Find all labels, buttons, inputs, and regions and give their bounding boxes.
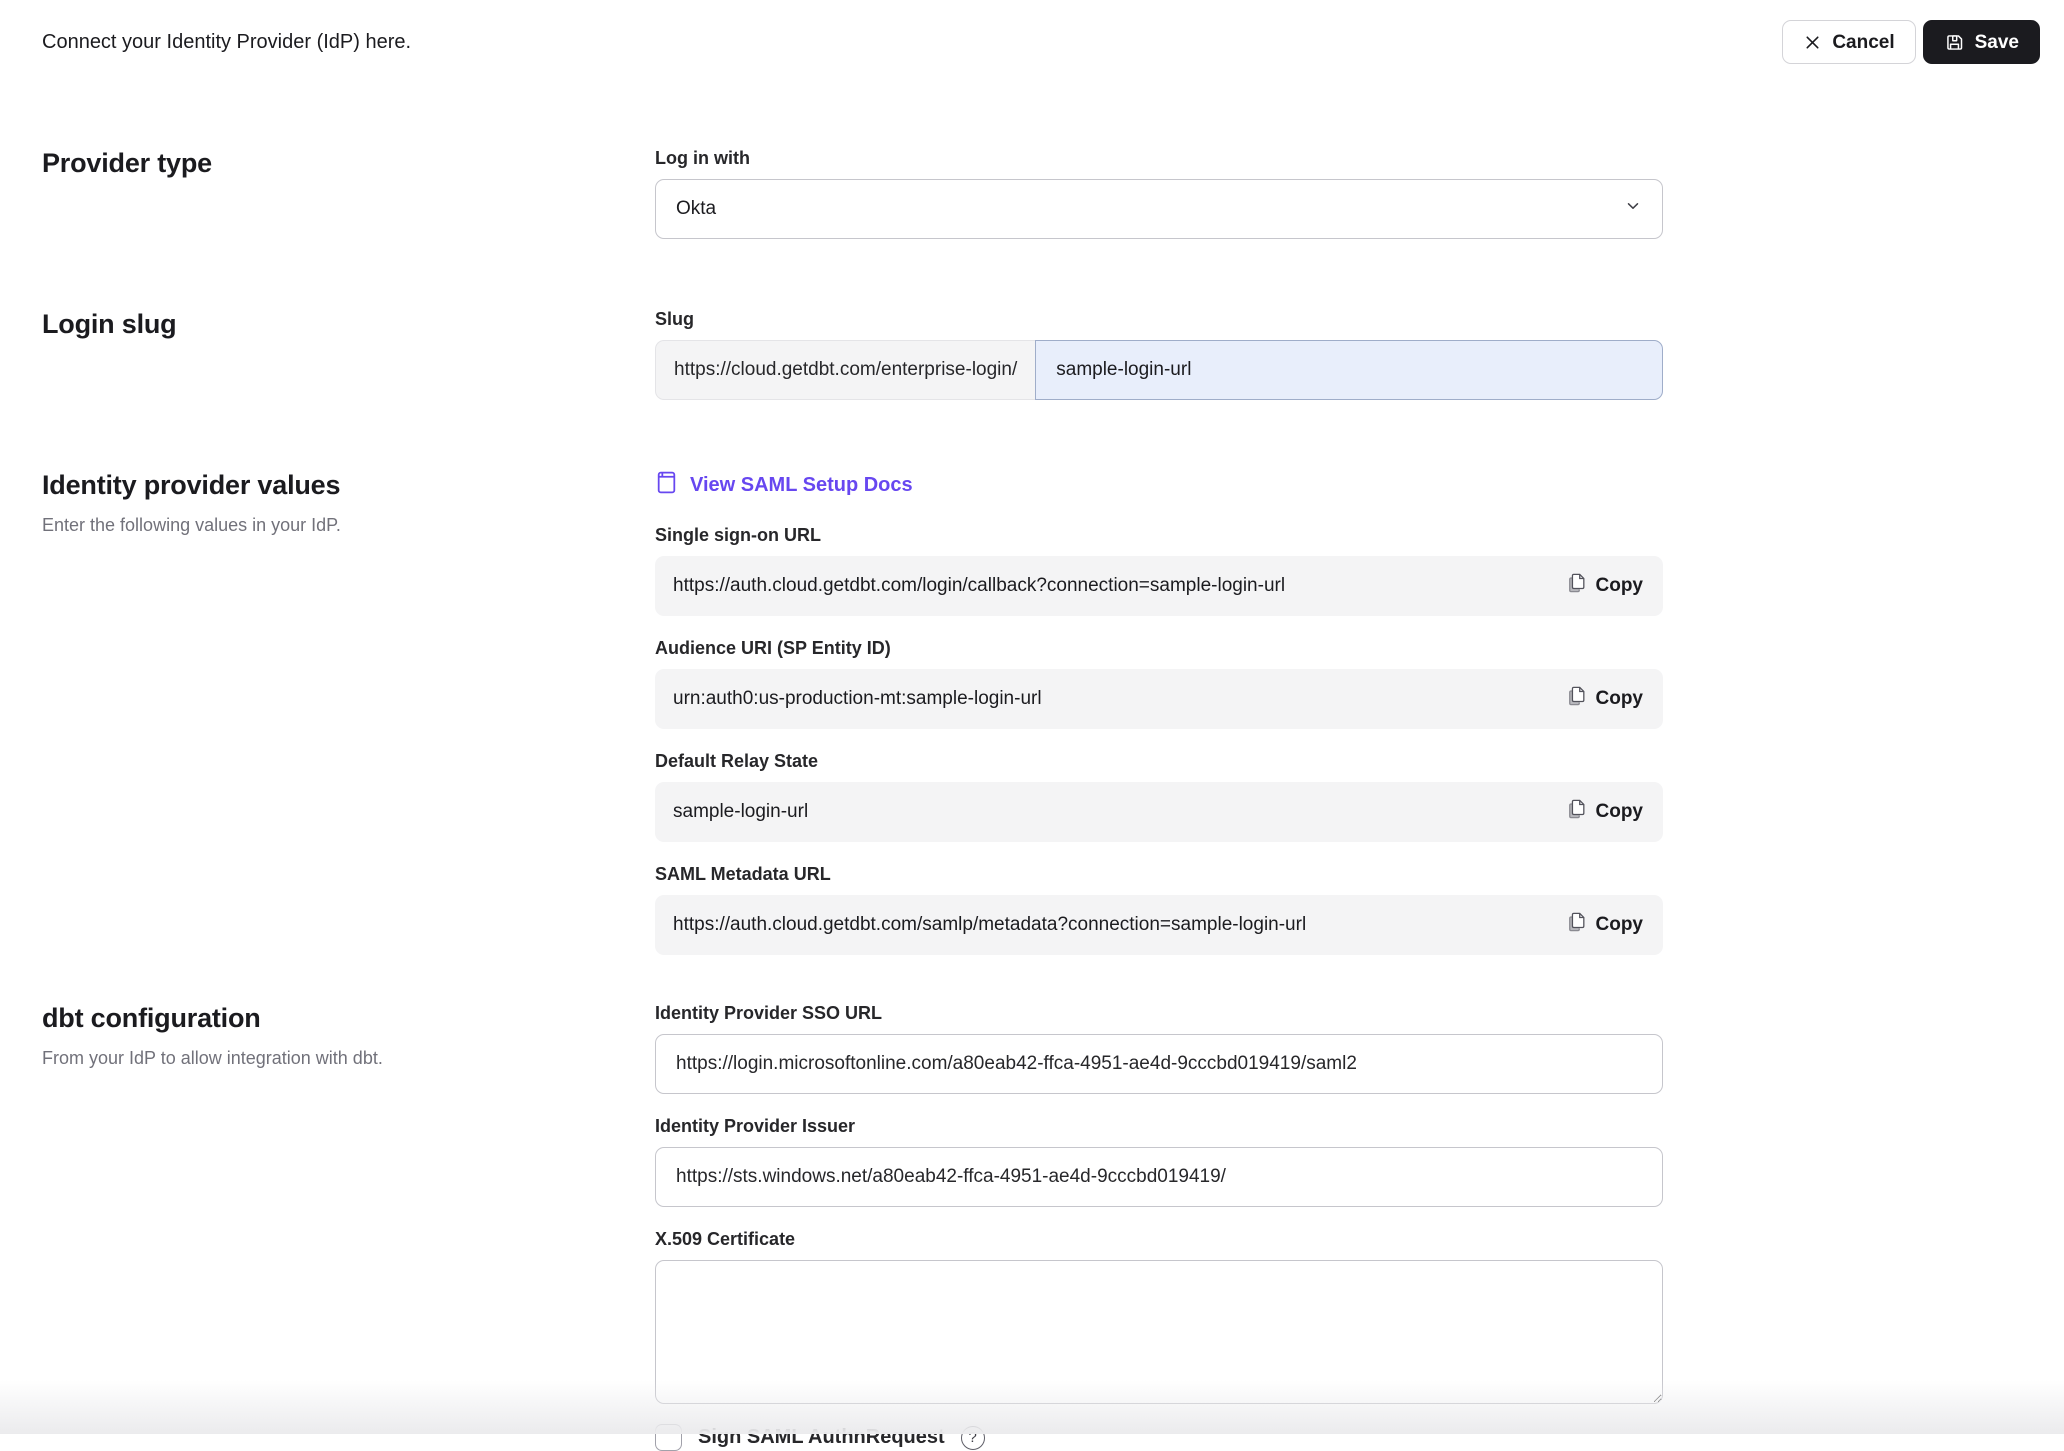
readonly-field: urn:auth0:us-production-mt:sample-login-… — [655, 669, 1663, 729]
idp-sso-url-input[interactable] — [655, 1034, 1663, 1094]
idp-issuer-group: Identity Provider Issuer — [655, 1116, 1663, 1207]
x509-certificate-textarea[interactable] — [655, 1260, 1663, 1404]
slug-field: https://cloud.getdbt.com/enterprise-logi… — [655, 340, 1663, 400]
copy-icon — [1567, 572, 1587, 600]
save-icon — [1944, 32, 1965, 53]
idp-values-heading: Identity provider values — [42, 470, 655, 501]
sign-saml-checkbox[interactable] — [655, 1424, 682, 1451]
field-label: Audience URI (SP Entity ID) — [655, 638, 1663, 659]
idp-issuer-label: Identity Provider Issuer — [655, 1116, 1663, 1137]
login-with-label: Log in with — [655, 148, 1663, 169]
field-value: sample-login-url — [673, 801, 808, 823]
dbt-config-heading: dbt configuration — [42, 1003, 655, 1034]
provider-select[interactable]: Okta — [655, 179, 1663, 239]
copy-label: Copy — [1596, 688, 1644, 710]
readonly-field: https://auth.cloud.getdbt.com/login/call… — [655, 556, 1663, 616]
relay-state-field-group: Default Relay State sample-login-url Cop… — [655, 751, 1663, 842]
idp-values-subtitle: Enter the following values in your IdP. — [42, 515, 655, 536]
close-icon — [1803, 33, 1822, 52]
section-idp-values: Identity provider values Enter the follo… — [42, 470, 2064, 955]
copy-icon — [1567, 911, 1587, 939]
idp-issuer-input[interactable] — [655, 1147, 1663, 1207]
sign-saml-label: Sign SAML AuthnRequest — [698, 1426, 945, 1449]
section-provider-type: Provider type Log in with Okta — [42, 148, 2064, 239]
copy-label: Copy — [1596, 801, 1644, 823]
slug-url-prefix: https://cloud.getdbt.com/enterprise-logi… — [655, 340, 1035, 400]
copy-button[interactable]: Copy — [1557, 790, 1654, 834]
copy-button[interactable]: Copy — [1557, 903, 1654, 947]
copy-label: Copy — [1596, 575, 1644, 597]
readonly-field: sample-login-url Copy — [655, 782, 1663, 842]
header-actions: Cancel Save — [1782, 20, 2040, 64]
sign-authn-row: Sign SAML AuthnRequest ? — [655, 1424, 1663, 1451]
page-title: Connect your Identity Provider (IdP) her… — [42, 31, 411, 54]
field-value: https://auth.cloud.getdbt.com/login/call… — [673, 575, 1285, 597]
settings-form: Provider type Log in with Okta Login slu… — [0, 148, 2064, 1451]
cancel-button[interactable]: Cancel — [1782, 20, 1915, 64]
readonly-field: https://auth.cloud.getdbt.com/samlp/meta… — [655, 895, 1663, 955]
copy-icon — [1567, 798, 1587, 826]
copy-icon — [1567, 685, 1587, 713]
save-button[interactable]: Save — [1923, 20, 2040, 64]
dbt-config-subtitle: From your IdP to allow integration with … — [42, 1048, 655, 1069]
slug-input[interactable] — [1035, 340, 1663, 400]
field-label: SAML Metadata URL — [655, 864, 1663, 885]
section-dbt-configuration: dbt configuration From your IdP to allow… — [42, 1003, 2064, 1451]
chevron-down-icon — [1624, 197, 1642, 221]
copy-button[interactable]: Copy — [1557, 677, 1654, 721]
field-value: urn:auth0:us-production-mt:sample-login-… — [673, 688, 1042, 710]
provider-type-heading: Provider type — [42, 148, 655, 179]
login-slug-heading: Login slug — [42, 309, 655, 340]
idp-sso-url-label: Identity Provider SSO URL — [655, 1003, 1663, 1024]
audience-uri-field-group: Audience URI (SP Entity ID) urn:auth0:us… — [655, 638, 1663, 729]
metadata-url-field-group: SAML Metadata URL https://auth.cloud.get… — [655, 864, 1663, 955]
copy-button[interactable]: Copy — [1557, 564, 1654, 608]
field-label: Default Relay State — [655, 751, 1663, 772]
cancel-label: Cancel — [1832, 33, 1894, 52]
topbar: Connect your Identity Provider (IdP) her… — [0, 0, 2064, 64]
docs-icon — [655, 470, 678, 501]
field-label: Single sign-on URL — [655, 525, 1663, 546]
x509-certificate-label: X.509 Certificate — [655, 1229, 1663, 1250]
slug-label: Slug — [655, 309, 1663, 330]
view-saml-docs-link[interactable]: View SAML Setup Docs — [655, 470, 913, 501]
sso-url-field-group: Single sign-on URL https://auth.cloud.ge… — [655, 525, 1663, 616]
copy-label: Copy — [1596, 914, 1644, 936]
help-icon[interactable]: ? — [961, 1426, 985, 1450]
save-label: Save — [1975, 33, 2019, 52]
field-value: https://auth.cloud.getdbt.com/samlp/meta… — [673, 914, 1306, 936]
idp-sso-url-group: Identity Provider SSO URL — [655, 1003, 1663, 1094]
docs-link-label: View SAML Setup Docs — [690, 474, 913, 497]
section-login-slug: Login slug Slug https://cloud.getdbt.com… — [42, 309, 2064, 400]
provider-select-value: Okta — [676, 198, 716, 220]
x509-certificate-group: X.509 Certificate — [655, 1229, 1663, 1404]
